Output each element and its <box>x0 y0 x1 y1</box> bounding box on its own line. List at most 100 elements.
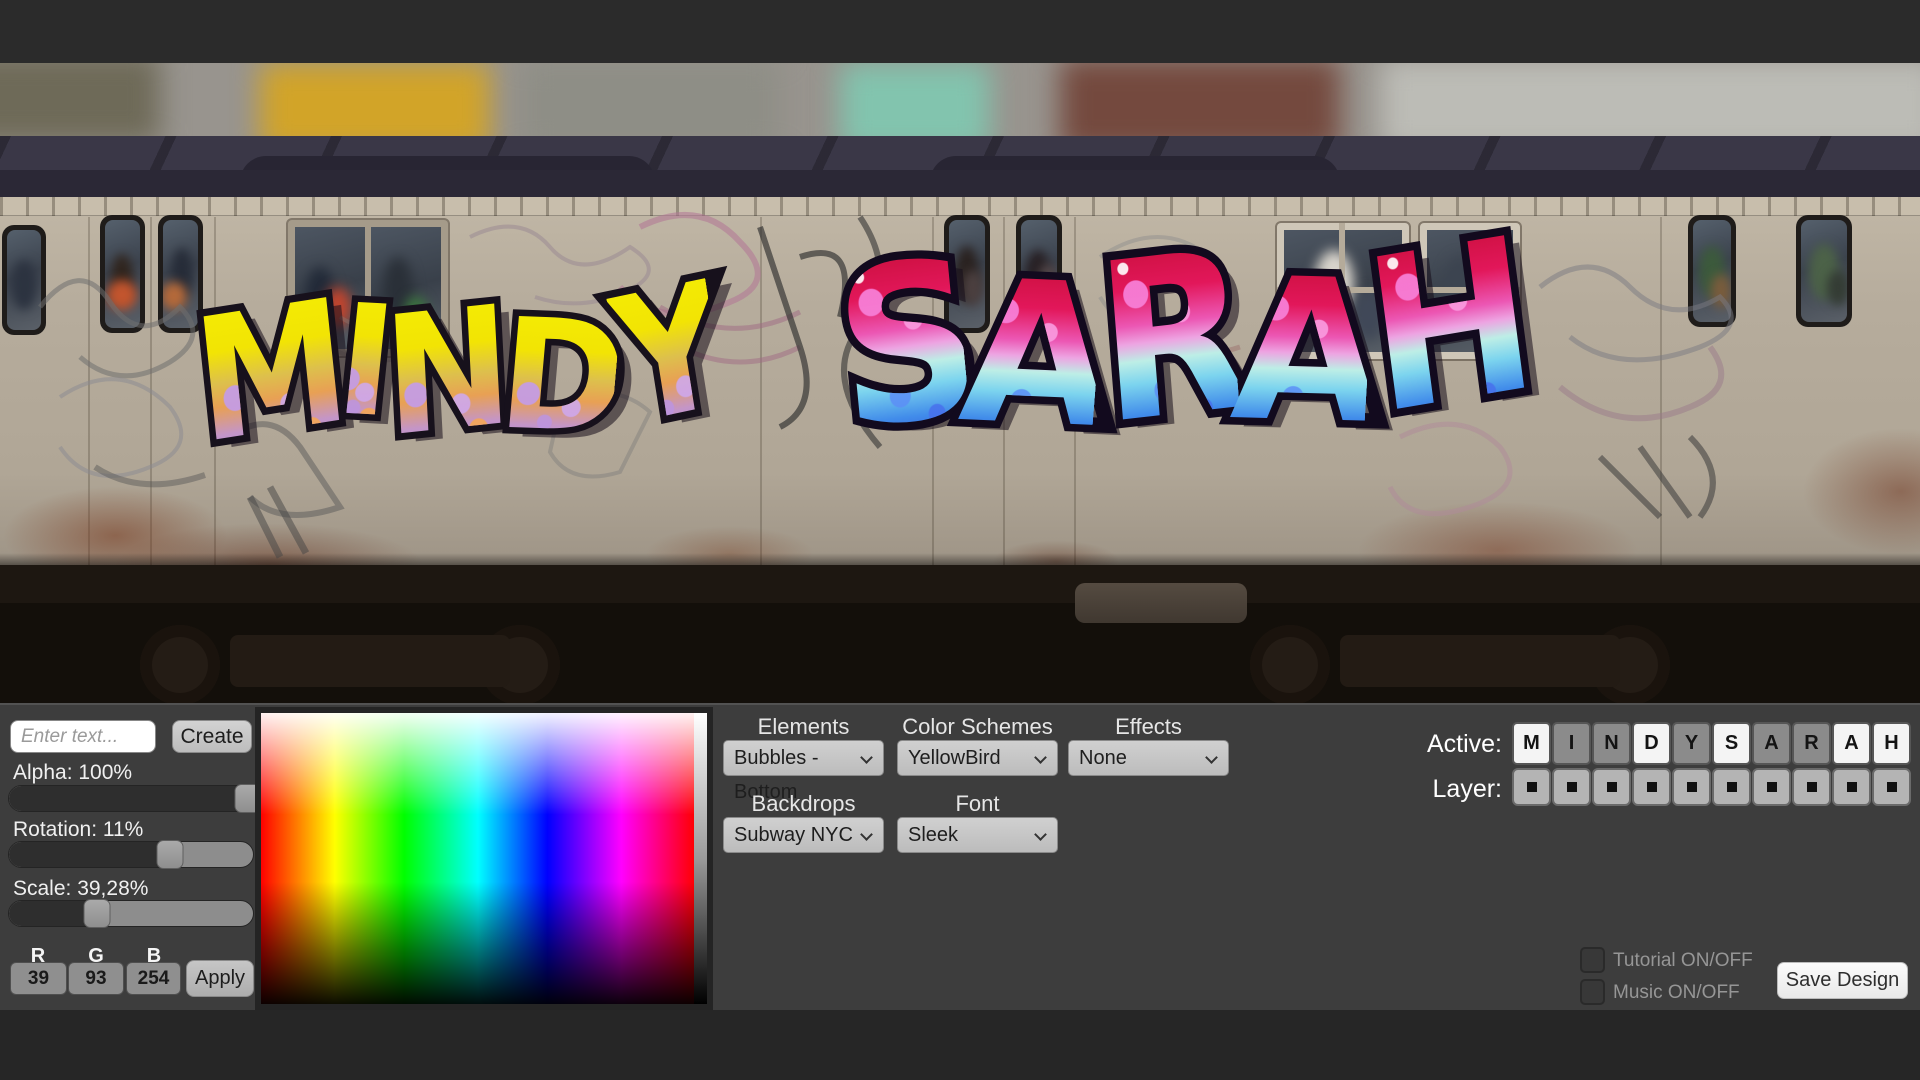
layer-square-icon <box>1847 782 1857 792</box>
active-letter-button[interactable]: A <box>1832 722 1871 765</box>
blur-blob <box>0 63 160 136</box>
alpha-slider[interactable] <box>8 785 254 812</box>
layer-button[interactable] <box>1832 768 1871 806</box>
layer-square-icon <box>1887 782 1897 792</box>
train-bogie <box>230 635 510 687</box>
create-button[interactable]: Create <box>172 720 252 753</box>
effects-label: Effects <box>1068 714 1229 740</box>
backdrops-value: Subway NYC <box>734 824 853 846</box>
blurred-background-wall <box>0 63 1920 136</box>
train-step-plate <box>1075 583 1247 623</box>
scale-label: Scale: 39,28% <box>13 877 148 901</box>
layer-button[interactable] <box>1512 768 1551 806</box>
g-value[interactable]: 93 <box>68 962 124 995</box>
layer-row <box>1512 768 1911 806</box>
layer-square-icon <box>1607 782 1617 792</box>
music-checkbox[interactable] <box>1580 979 1605 1005</box>
train-window <box>2 225 46 335</box>
save-design-button[interactable]: Save Design <box>1777 962 1908 999</box>
font-dropdown[interactable]: Sleek <box>897 817 1058 853</box>
font-value: Sleek <box>908 824 958 846</box>
active-letter-row: M I N D Y S A R A H <box>1512 722 1911 765</box>
active-letter-button[interactable]: D <box>1632 722 1671 765</box>
layer-square-icon <box>1807 782 1817 792</box>
chevron-down-icon <box>860 751 873 764</box>
font-label: Font <box>897 791 1058 817</box>
train-wheel <box>1250 625 1330 703</box>
layer-square-icon <box>1687 782 1697 792</box>
layer-button[interactable] <box>1672 768 1711 806</box>
blur-blob <box>1060 63 1340 136</box>
layer-square-icon <box>1727 782 1737 792</box>
blur-blob <box>840 63 990 136</box>
tutorial-label: Tutorial ON/OFF <box>1613 950 1753 972</box>
train-bogie <box>1340 635 1620 687</box>
active-letter-button[interactable]: N <box>1592 722 1631 765</box>
train-window <box>1796 215 1852 327</box>
active-letter-button[interactable]: Y <box>1672 722 1711 765</box>
graffiti-word-mindy[interactable]: MINDY <box>195 279 719 452</box>
effects-value: None <box>1079 747 1127 769</box>
r-value[interactable]: 39 <box>10 962 67 995</box>
color-schemes-dropdown[interactable]: YellowBird <box>897 740 1058 776</box>
blur-blob <box>520 63 780 136</box>
chevron-down-icon <box>860 828 873 841</box>
train-roof-shadow <box>0 170 1920 197</box>
elements-dropdown[interactable]: Bubbles - Bottom <box>723 740 884 776</box>
scale-slider[interactable] <box>8 900 254 927</box>
chevron-down-icon <box>1034 828 1047 841</box>
lightness-strip[interactable] <box>694 713 707 1004</box>
train-undercarriage <box>0 565 1920 703</box>
tutorial-checkbox[interactable] <box>1580 947 1605 973</box>
rotation-label: Rotation: 11% <box>13 818 143 842</box>
elements-label: Elements <box>723 714 884 740</box>
scale-slider-handle[interactable] <box>83 899 110 928</box>
top-bar <box>0 0 1920 63</box>
layer-button[interactable] <box>1792 768 1831 806</box>
backdrops-label: Backdrops <box>723 791 884 817</box>
chevron-down-icon <box>1034 751 1047 764</box>
train-door-window <box>100 215 145 333</box>
layer-button[interactable] <box>1712 768 1751 806</box>
backdrops-dropdown[interactable]: Subway NYC <box>723 817 884 853</box>
active-label: Active: <box>1412 730 1502 759</box>
layer-square-icon <box>1767 782 1777 792</box>
active-letter-button[interactable]: H <box>1872 722 1911 765</box>
blur-blob <box>1380 63 1920 136</box>
color-schemes-label: Color Schemes <box>897 714 1058 740</box>
layer-button[interactable] <box>1752 768 1791 806</box>
rotation-slider[interactable] <box>8 841 254 868</box>
active-letter-button[interactable]: R <box>1792 722 1831 765</box>
color-picker[interactable] <box>255 707 713 1010</box>
body-bottom-shadow <box>0 553 1920 565</box>
apply-button[interactable]: Apply <box>186 960 254 997</box>
chevron-down-icon <box>1205 751 1218 764</box>
app-window: MINDY MINDY SARAH SARAH Enter text... Cr… <box>0 0 1920 1080</box>
color-schemes-value: YellowBird <box>908 747 1001 769</box>
color-gradient[interactable] <box>261 713 695 1004</box>
b-value[interactable]: 254 <box>126 962 181 995</box>
train-skirt <box>0 565 1920 603</box>
layer-square-icon <box>1567 782 1577 792</box>
active-letter-button[interactable]: M <box>1512 722 1551 765</box>
active-letter-button[interactable]: A <box>1752 722 1791 765</box>
active-letter-button[interactable]: S <box>1712 722 1751 765</box>
train-window <box>1688 215 1736 327</box>
effects-dropdown[interactable]: None <box>1068 740 1229 776</box>
graffiti-word-sarah[interactable]: SARAH <box>837 231 1518 449</box>
active-letter-button[interactable]: I <box>1552 722 1591 765</box>
rotation-slider-handle[interactable] <box>157 840 184 869</box>
layer-label: Layer: <box>1412 775 1502 804</box>
layer-button[interactable] <box>1592 768 1631 806</box>
layer-button[interactable] <box>1632 768 1671 806</box>
layer-square-icon <box>1647 782 1657 792</box>
layer-button[interactable] <box>1872 768 1911 806</box>
alpha-label: Alpha: 100% <box>13 761 132 785</box>
control-panel: Enter text... Create Alpha: 100% Rotatio… <box>0 703 1920 1010</box>
layer-square-icon <box>1527 782 1537 792</box>
train-wheel <box>140 625 220 703</box>
text-input[interactable]: Enter text... <box>10 720 156 753</box>
music-label: Music ON/OFF <box>1613 982 1740 1004</box>
blur-blob <box>260 63 490 136</box>
layer-button[interactable] <box>1552 768 1591 806</box>
